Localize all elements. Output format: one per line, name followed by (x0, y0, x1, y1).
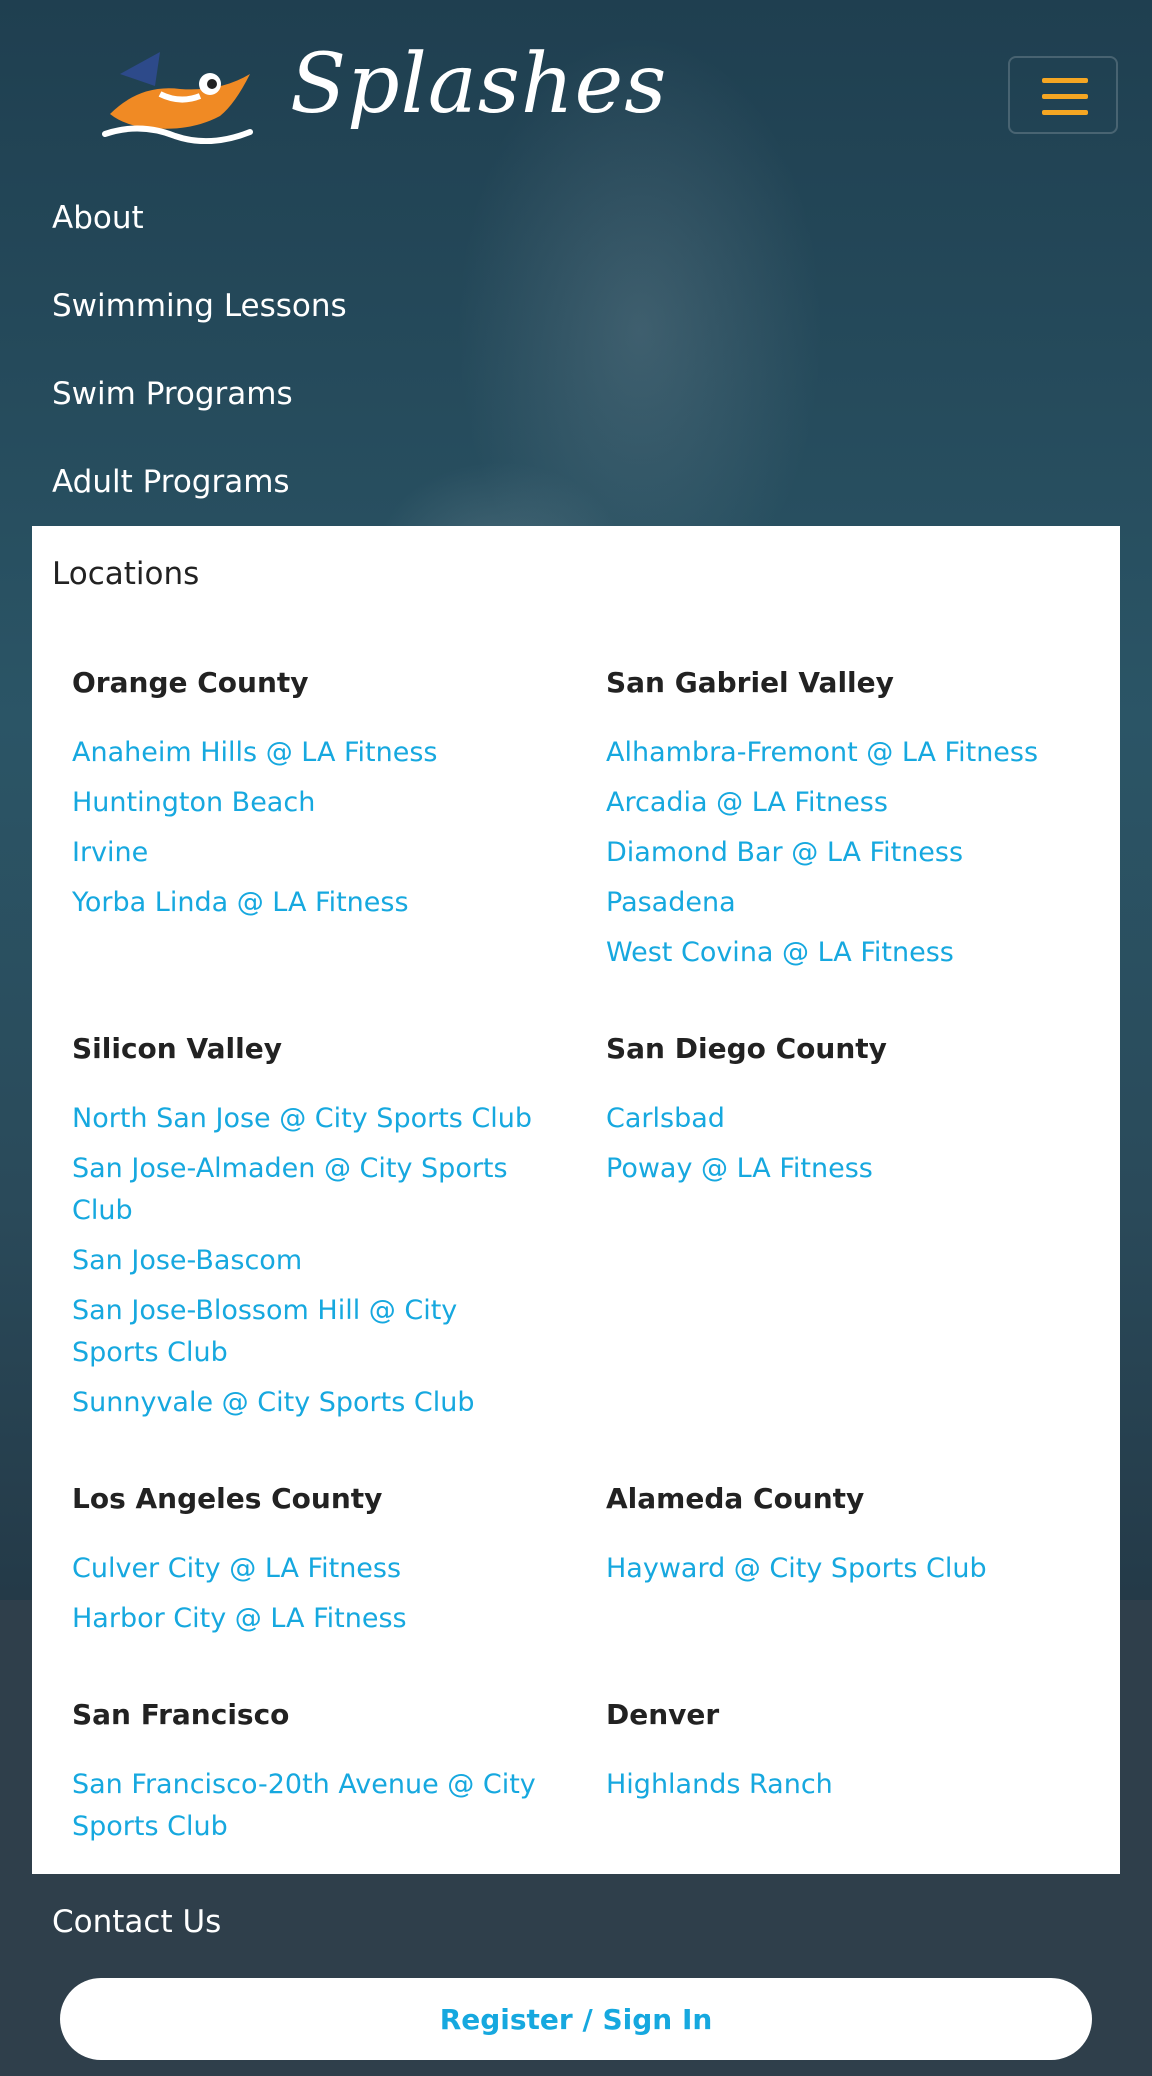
location-link[interactable]: Yorba Linda @ LA Fitness (72, 882, 542, 924)
nav-item-swim-programs[interactable]: Swim Programs (52, 379, 293, 410)
location-link[interactable]: Culver City @ LA Fitness (72, 1548, 542, 1590)
site-header: Splashes (0, 0, 1152, 190)
group-title: Orange County (72, 666, 309, 699)
location-link[interactable]: West Covina @ LA Fitness (606, 932, 1076, 974)
location-link[interactable]: Pasadena (606, 882, 1076, 924)
group-title: San Francisco (72, 1698, 290, 1731)
location-group-san-francisco: San Francisco San Francisco-20th Avenue … (72, 1698, 562, 1856)
register-sign-in-button[interactable]: Register / Sign In (60, 1978, 1092, 2060)
location-link[interactable]: Irvine (72, 832, 542, 874)
location-group-orange-county: Orange County Anaheim Hills @ LA Fitness… (72, 666, 562, 932)
group-title: San Diego County (606, 1032, 887, 1065)
location-link[interactable]: San Jose-Almaden @ City Sports Club (72, 1148, 542, 1232)
location-group-alameda-county: Alameda County Hayward @ City Sports Clu… (606, 1482, 1096, 1598)
location-link[interactable]: Alhambra-Fremont @ LA Fitness (606, 732, 1076, 774)
location-link[interactable]: Harbor City @ LA Fitness (72, 1598, 542, 1640)
group-title: Silicon Valley (72, 1032, 282, 1065)
location-link[interactable]: Carlsbad (606, 1098, 1076, 1140)
location-link[interactable]: Huntington Beach (72, 782, 542, 824)
location-group-los-angeles-county: Los Angeles County Culver City @ LA Fitn… (72, 1482, 562, 1648)
location-link[interactable]: San Jose-Blossom Hill @ City Sports Club (72, 1290, 542, 1374)
nav-item-adult-programs[interactable]: Adult Programs (52, 467, 290, 498)
group-title: Denver (606, 1698, 720, 1731)
group-title: Alameda County (606, 1482, 865, 1515)
brand-name: Splashes (290, 37, 668, 132)
hamburger-icon (1042, 110, 1088, 115)
location-link[interactable]: Sunnyvale @ City Sports Club (72, 1382, 542, 1424)
location-link[interactable]: Diamond Bar @ LA Fitness (606, 832, 1076, 874)
location-link[interactable]: Anaheim Hills @ LA Fitness (72, 732, 542, 774)
location-group-denver: Denver Highlands Ranch (606, 1698, 1096, 1814)
location-link[interactable]: San Jose-Bascom (72, 1240, 542, 1282)
nav-item-swimming-lessons[interactable]: Swimming Lessons (52, 291, 347, 322)
nav-item-contact-us[interactable]: Contact Us (52, 1904, 221, 1940)
nav-item-about[interactable]: About (52, 203, 144, 234)
menu-toggle-button[interactable] (1008, 56, 1118, 134)
location-link[interactable]: Hayward @ City Sports Club (606, 1548, 1076, 1590)
shark-mascot-icon (102, 52, 253, 144)
location-link[interactable]: North San Jose @ City Sports Club (72, 1098, 542, 1140)
locations-dropdown: Locations Orange County Anaheim Hills @ … (32, 526, 1120, 1874)
location-link[interactable]: Highlands Ranch (606, 1764, 1076, 1806)
hamburger-icon (1042, 78, 1088, 83)
location-group-san-gabriel-valley: San Gabriel Valley Alhambra-Fremont @ LA… (606, 666, 1096, 982)
nav-item-locations[interactable]: Locations (52, 556, 199, 592)
location-link[interactable]: Poway @ LA Fitness (606, 1148, 1076, 1190)
location-link[interactable]: San Francisco-20th Avenue @ City Sports … (72, 1764, 542, 1848)
hamburger-icon (1042, 94, 1088, 99)
location-link[interactable]: Arcadia @ LA Fitness (606, 782, 1076, 824)
site-logo[interactable]: Splashes (100, 36, 666, 146)
group-title: San Gabriel Valley (606, 666, 894, 699)
location-group-san-diego-county: San Diego County Carlsbad Poway @ LA Fit… (606, 1032, 1096, 1198)
group-title: Los Angeles County (72, 1482, 383, 1515)
location-group-silicon-valley: Silicon Valley North San Jose @ City Spo… (72, 1032, 562, 1432)
